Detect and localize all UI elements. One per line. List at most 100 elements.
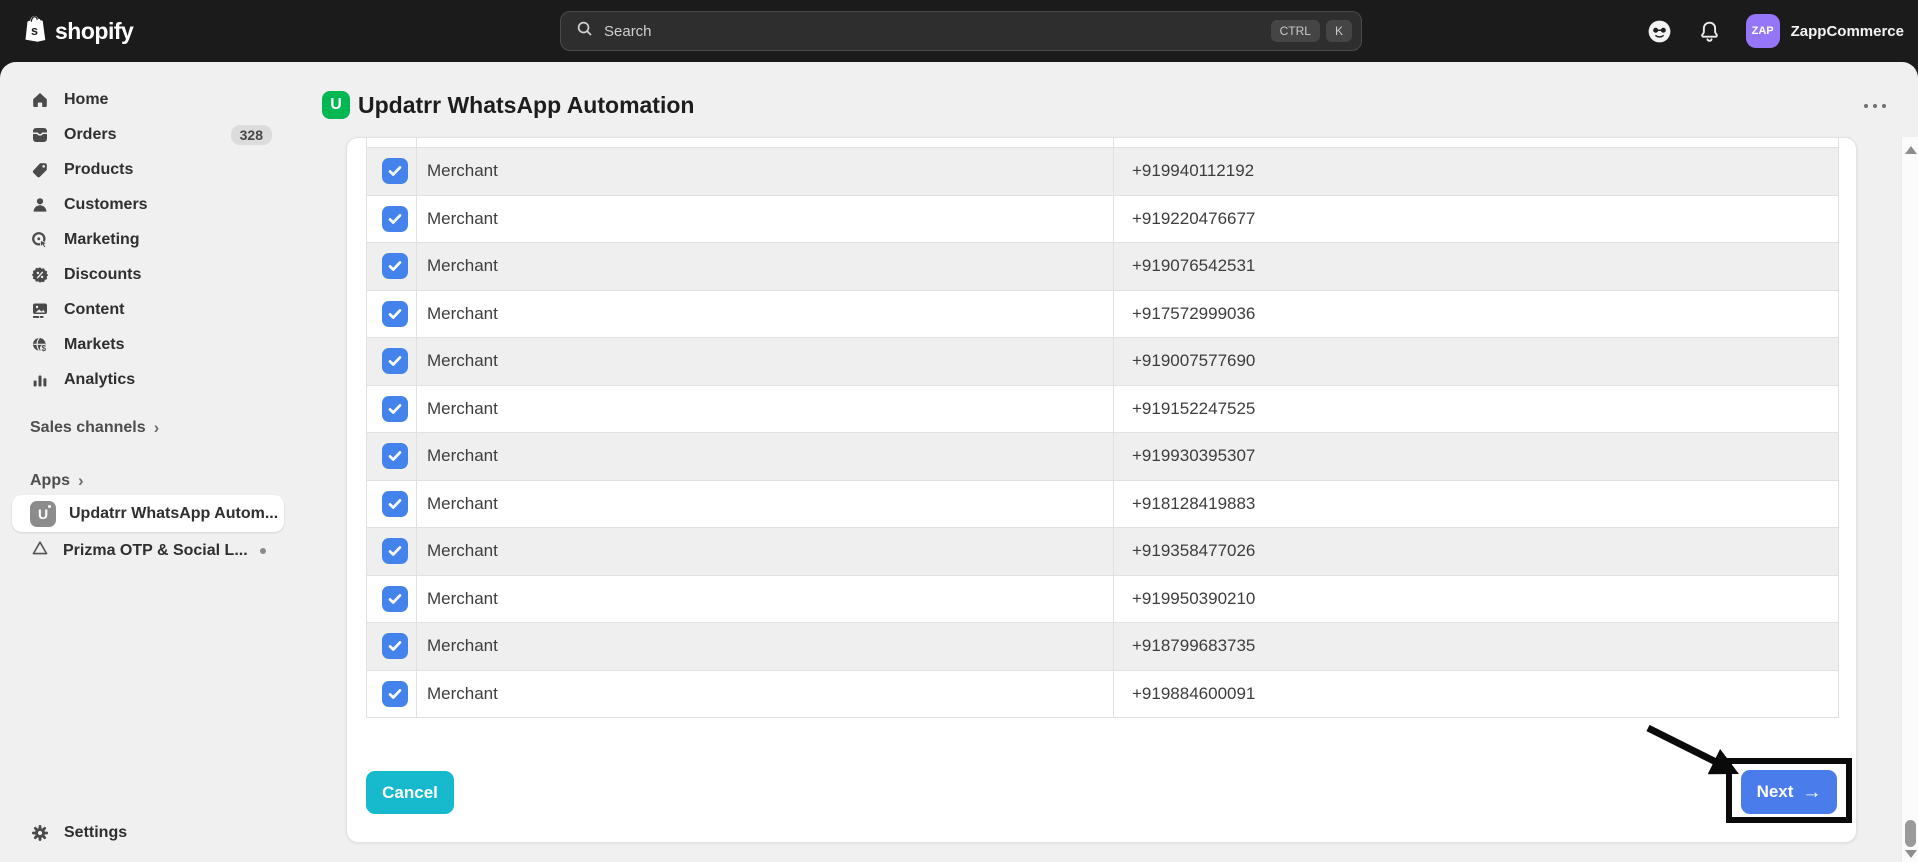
gear-icon	[30, 823, 50, 843]
row-checkbox[interactable]	[382, 396, 408, 422]
annotation-rectangle	[1726, 758, 1852, 823]
status-dot-icon	[260, 548, 266, 554]
table-row: Merchant +919930395307	[367, 433, 1838, 481]
merchant-name-cell: Merchant	[417, 528, 1114, 575]
phone-number-cell: +919930395307	[1114, 433, 1838, 480]
phone-number-cell: +919358477026	[1114, 528, 1838, 575]
sidebar: Home Orders 328 Products Customers Marke…	[0, 62, 300, 862]
merchant-name-cell: Merchant	[417, 243, 1114, 290]
markets-icon: $	[30, 335, 50, 355]
shopify-logo[interactable]: s shopify	[21, 14, 133, 48]
table-row: Merchant +919884600091	[367, 671, 1838, 719]
table-row: Merchant +917572999036	[367, 291, 1838, 339]
app-content-card: Merchant +919940112192 Merchant +9192204…	[346, 137, 1857, 843]
shortcut-key-k: K	[1326, 20, 1352, 42]
phone-number-cell: +919220476677	[1114, 196, 1838, 243]
table-row: Merchant +919152247525	[367, 386, 1838, 434]
updatrr-app-icon: U	[322, 91, 350, 119]
merchant-name-cell: Merchant	[417, 196, 1114, 243]
customers-icon	[30, 195, 50, 215]
phone-number-cell: +919007577690	[1114, 338, 1838, 385]
merchant-name-cell: Merchant	[417, 148, 1114, 195]
table-row: Merchant +919007577690	[367, 338, 1838, 386]
sidebar-app-list: U Updatrr WhatsApp Autom... Prizma OTP &…	[12, 495, 284, 569]
phone-number-cell: +919940112192	[1114, 148, 1838, 195]
sidebar-item-products[interactable]: Products	[0, 152, 284, 187]
orders-icon	[30, 125, 50, 145]
merchant-name-cell: Merchant	[417, 291, 1114, 338]
account-menu[interactable]: ZAP ZappCommerce	[1746, 14, 1904, 48]
admin-body: Home Orders 328 Products Customers Marke…	[0, 62, 1918, 862]
row-checkbox[interactable]	[382, 586, 408, 612]
row-checkbox[interactable]	[382, 681, 408, 707]
merchant-name-cell: Merchant	[417, 386, 1114, 433]
assistant-icon[interactable]	[1646, 18, 1673, 45]
search-placeholder: Search	[604, 23, 1265, 40]
notifications-bell-icon[interactable]	[1697, 19, 1722, 44]
more-options-icon[interactable]	[1862, 98, 1888, 114]
phone-number-cell: +918799683735	[1114, 623, 1838, 670]
avatar: ZAP	[1746, 14, 1780, 48]
sidebar-item-marketing[interactable]: Marketing	[0, 222, 284, 257]
recipients-table: Merchant +919940112192 Merchant +9192204…	[366, 138, 1839, 718]
sidebar-item-orders[interactable]: Orders 328	[0, 117, 284, 152]
topbar-actions: ZAP ZappCommerce	[1646, 0, 1904, 62]
sidebar-item-content[interactable]: Content	[0, 292, 284, 327]
analytics-icon	[30, 370, 50, 390]
table-row: Merchant +919950390210	[367, 576, 1838, 624]
shortcut-key-ctrl: CTRL	[1271, 20, 1320, 42]
scrollbar	[1901, 137, 1918, 862]
sidebar-section-apps[interactable]: Apps ›	[30, 466, 84, 496]
scrollbar-thumb[interactable]	[1905, 820, 1916, 847]
sidebar-item-home[interactable]: Home	[0, 82, 284, 117]
row-checkbox[interactable]	[382, 538, 408, 564]
home-icon	[30, 90, 50, 110]
page-header: U Updatrr WhatsApp Automation	[300, 62, 1918, 137]
scroll-down-arrow[interactable]	[1905, 850, 1917, 858]
store-name: ZappCommerce	[1791, 23, 1904, 40]
row-checkbox[interactable]	[382, 633, 408, 659]
discounts-icon	[30, 265, 50, 285]
merchant-name-cell: Merchant	[417, 338, 1114, 385]
row-checkbox[interactable]	[382, 443, 408, 469]
row-checkbox[interactable]	[382, 301, 408, 327]
search-input[interactable]: Search CTRL K	[560, 11, 1362, 51]
prizma-app-icon	[30, 538, 50, 563]
svg-text:s: s	[31, 24, 38, 38]
scroll-up-arrow[interactable]	[1905, 146, 1917, 154]
sidebar-item-discounts[interactable]: Discounts	[0, 257, 284, 292]
table-row: Merchant +919220476677	[367, 196, 1838, 244]
merchant-name-cell: Merchant	[417, 576, 1114, 623]
main-content: U Updatrr WhatsApp Automation Merchant +…	[300, 62, 1918, 862]
updatrr-app-icon: U	[30, 501, 56, 527]
shopify-bag-icon: s	[21, 14, 48, 48]
sidebar-section-sales-channels[interactable]: Sales channels ›	[30, 413, 159, 443]
row-checkbox[interactable]	[382, 206, 408, 232]
settings-label: Settings	[64, 824, 127, 842]
table-row: Merchant +919940112192	[367, 148, 1838, 196]
sidebar-item-analytics[interactable]: Analytics	[0, 362, 284, 397]
sidebar-app-item[interactable]: Prizma OTP & Social L...	[12, 532, 284, 569]
chevron-right-icon: ›	[78, 471, 84, 491]
merchant-name-cell: Merchant	[417, 623, 1114, 670]
sidebar-item-customers[interactable]: Customers	[0, 187, 284, 222]
sidebar-item-markets[interactable]: $ Markets	[0, 327, 284, 362]
content-icon	[30, 300, 50, 320]
merchant-name-cell: Merchant	[417, 433, 1114, 480]
table-row: Merchant +919358477026	[367, 528, 1838, 576]
phone-number-cell: +917572999036	[1114, 291, 1838, 338]
table-row-partial	[367, 138, 1838, 148]
row-checkbox[interactable]	[382, 253, 408, 279]
row-checkbox[interactable]	[382, 348, 408, 374]
row-checkbox[interactable]	[382, 158, 408, 184]
phone-number-cell: +919884600091	[1114, 671, 1838, 718]
table-row: Merchant +918128419883	[367, 481, 1838, 529]
sidebar-app-item[interactable]: U Updatrr WhatsApp Autom...	[12, 495, 284, 532]
sidebar-item-settings[interactable]: Settings	[0, 815, 284, 851]
page-title: Updatrr WhatsApp Automation	[358, 92, 694, 119]
merchant-name-cell: Merchant	[417, 671, 1114, 718]
cancel-button[interactable]: Cancel	[366, 771, 454, 814]
marketing-icon	[30, 230, 50, 250]
phone-number-cell: +919950390210	[1114, 576, 1838, 623]
row-checkbox[interactable]	[382, 491, 408, 517]
